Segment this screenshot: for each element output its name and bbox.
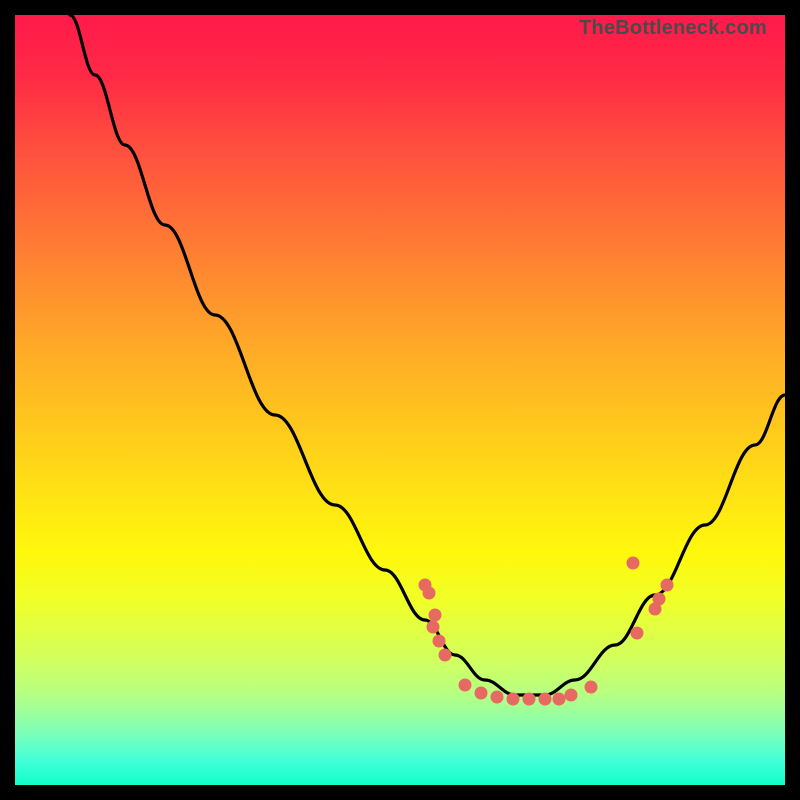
data-point — [439, 649, 452, 662]
bottleneck-curve — [15, 15, 785, 785]
data-point — [661, 579, 674, 592]
data-point — [429, 609, 442, 622]
data-point — [507, 693, 520, 706]
data-point — [427, 621, 440, 634]
data-point — [585, 681, 598, 694]
chart-plot-area: TheBottleneck.com — [15, 15, 785, 785]
data-point — [539, 693, 552, 706]
chart-frame: TheBottleneck.com — [0, 0, 800, 800]
data-point — [565, 689, 578, 702]
data-point — [653, 593, 666, 606]
data-point — [627, 557, 640, 570]
data-point — [423, 587, 436, 600]
data-point — [491, 691, 504, 704]
data-point — [433, 635, 446, 648]
data-point — [523, 693, 536, 706]
data-point — [475, 687, 488, 700]
data-point — [631, 627, 644, 640]
data-point — [459, 679, 472, 692]
